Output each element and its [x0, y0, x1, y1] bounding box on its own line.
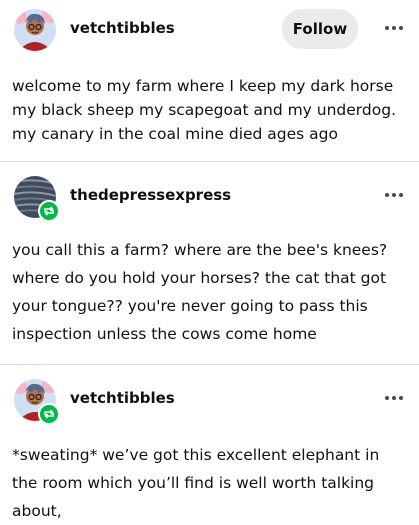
post-text: you call this a farm? where are the bee'… — [12, 241, 388, 343]
more-options-icon[interactable] — [385, 391, 403, 405]
post-text: *sweating* we’ve got this excellent elep… — [12, 446, 380, 520]
divider — [0, 364, 419, 365]
divider — [0, 161, 419, 162]
post-header: vetchtibbles — [0, 377, 419, 441]
username[interactable]: vetchtibbles — [70, 389, 175, 407]
post-header: thedepressexpress — [0, 174, 419, 236]
avatar[interactable] — [14, 9, 56, 51]
post-header: vetchtibbles Follow — [0, 0, 419, 58]
post-3: vetchtibbles *sweating* we’ve got this e… — [0, 377, 419, 525]
post-text: welcome to my farm where I keep my dark … — [12, 77, 396, 143]
follow-button[interactable]: Follow — [282, 9, 358, 49]
more-options-icon[interactable] — [385, 188, 403, 202]
username[interactable]: thedepressexpress — [70, 186, 231, 204]
post-1: vetchtibbles Follow welcome to my farm w… — [0, 0, 419, 161]
reblog-icon — [38, 403, 60, 425]
username[interactable]: vetchtibbles — [70, 19, 175, 37]
vetchtibbles-avatar-icon — [14, 9, 56, 51]
more-options-icon[interactable] — [385, 21, 403, 35]
post-2: thedepressexpress you call this a farm? … — [0, 174, 419, 364]
reblog-icon — [38, 200, 60, 222]
